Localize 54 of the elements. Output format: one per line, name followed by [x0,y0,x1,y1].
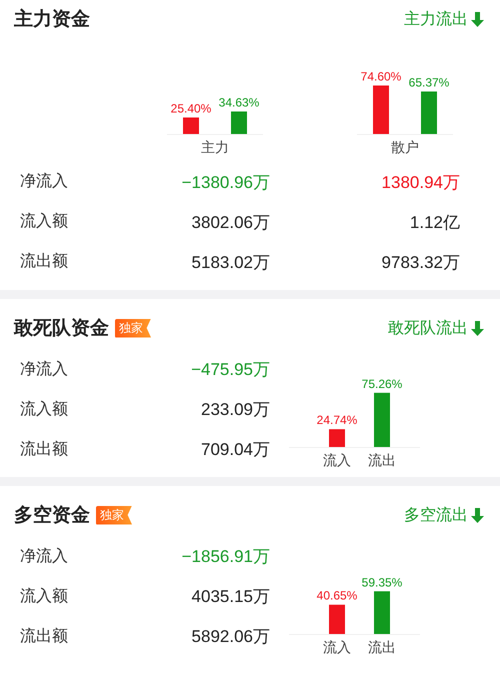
category-label: 流出 [368,639,396,655]
flow-link[interactable]: 敢死队流出 [388,318,484,338]
bar [329,429,345,447]
value-label: 65.37% [408,76,450,90]
row-label: 流入额 [20,212,69,232]
category-label: 流出 [368,452,396,468]
bar [421,92,437,134]
value-label: 40.65% [316,588,358,603]
category-label: 散户 [391,139,419,155]
flow-link[interactable]: 主力流出 [404,8,484,30]
value-text: 9783.32万 [382,252,460,274]
row-label: 净流入 [20,546,69,566]
value-text: 5892.06万 [192,626,270,648]
value-label: 25.40% [170,102,212,116]
value-label: 34.63% [218,96,260,110]
value-text: 709.04万 [201,438,270,460]
value-label: 24.74% [316,413,358,428]
bar [373,86,389,134]
row-label: 净流入 [20,360,69,380]
section-title: 主力资金 [14,8,90,32]
section-title: 多空资金 [14,504,90,528]
category-label: 流入 [323,452,351,468]
category-label: 流入 [323,639,351,655]
row-label: 流入额 [20,400,69,420]
down-arrow-icon [471,320,484,336]
exclusive-badge: 独家 [115,318,151,338]
section-title: 敢死队资金 [14,317,109,341]
value-label: 74.60% [360,70,402,84]
value-text: 233.09万 [201,398,270,420]
down-arrow-icon [471,508,484,522]
bar [231,112,247,134]
flow-link[interactable]: 多空流出 [404,504,484,526]
value-text: −1856.91万 [182,546,270,568]
value-text: −1380.96万 [182,172,270,194]
value-text: 1380.94万 [382,172,460,194]
row-label: 流出额 [20,626,69,646]
value-text: 5183.02万 [192,252,270,274]
value-text: 4035.15万 [192,586,270,608]
bar [374,392,390,447]
bar [329,604,345,634]
value-text: −475.95万 [191,358,270,380]
exclusive-badge: 独家 [96,506,132,524]
row-label: 流出额 [20,440,69,460]
row-label: 流入额 [20,586,69,606]
value-label: 59.35% [362,575,402,590]
value-text: 1.12亿 [410,212,460,234]
row-label: 净流入 [20,172,69,192]
bar [374,591,390,634]
value-text: 3802.06万 [192,212,270,234]
category-label: 主力 [201,139,229,155]
down-arrow-icon [471,12,484,26]
row-label: 流出额 [20,252,69,272]
value-label: 75.26% [362,376,402,391]
bar [183,118,199,134]
